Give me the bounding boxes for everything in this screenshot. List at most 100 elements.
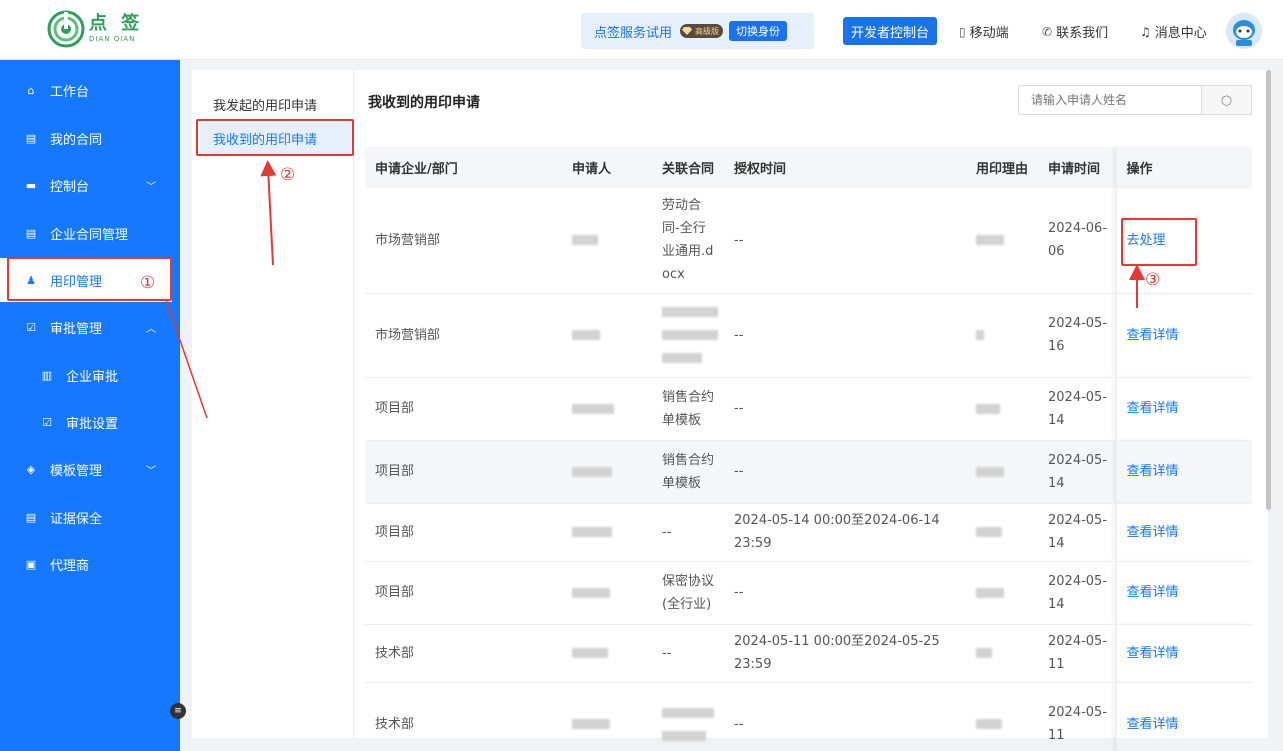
blurred-contract [662,330,718,340]
contact-label: 联系我们 [1056,26,1109,41]
view-details-link[interactable]: 查看详情 [1127,585,1179,600]
user-avatar[interactable] [1226,13,1262,49]
table-header-row: 申请企业/部门 申请人 关联合同 授权时间 用印理由 申请时间 操作 [365,147,1252,188]
applicant-cell [562,624,652,683]
building-icon: ▥ [41,368,53,382]
table-row: 技术部 -- 2024-05-11 00:00至2024-05-25 23:59… [365,624,1252,683]
sidebar-item-enterprise-approval[interactable]: ▥ 企业审批 [0,353,180,397]
contract-line: ocx [662,267,685,283]
sidebar-item-workbench[interactable]: ⌂ 工作台 [0,68,180,112]
blurred-reason [976,648,992,658]
dept-cell: 市场营销部 [365,188,562,294]
auth-time-cell: -- [724,561,966,625]
sidebar-item-label: 证据保全 [50,511,103,527]
contract-line: 单模板 [662,412,702,428]
checkbox-icon: ☑ [42,415,52,429]
logo[interactable]: 点 签 DIAN QIAN [47,10,143,48]
sidebar-item-agent[interactable]: ▣ 代理商 [0,542,180,586]
home-icon: ⌂ [27,83,35,97]
sidebar-item-approval-settings[interactable]: ☑ 审批设置 [0,400,180,444]
contract-cell: 劳动合 同-全行 业通用.d ocx [652,188,724,294]
dept-cell: 技术部 [365,624,562,683]
chevron-up-icon: ︿ [146,323,156,335]
apply-date-cell: 2024-05-11 [1038,682,1116,751]
auth-time-cell: -- [724,188,966,294]
apply-date-cell: 2024-05-14 [1038,377,1116,441]
applicant-cell [562,682,652,751]
view-details-link[interactable]: 查看详情 [1127,646,1179,661]
action-cell: 查看详情 [1115,293,1252,378]
contact-link[interactable]: ✆ 联系我们 [1042,22,1109,42]
blurred-name [572,719,610,729]
table-row: 项目部 -- 2024-05-14 00:00至2024-06-14 23:59… [365,503,1252,562]
tab-initiated-requests[interactable]: 我发起的用印申请 [200,89,354,119]
search-button[interactable]: ○ [1201,86,1251,114]
mobile-icon: ▯ [959,24,966,39]
sidebar-item-my-contracts[interactable]: ▤ 我的合同 [0,116,180,160]
view-details-link[interactable]: 查看详情 [1127,401,1179,416]
reason-cell [966,188,1038,294]
dept-cell: 项目部 [365,561,562,625]
scrollbar[interactable] [1266,70,1271,510]
applicant-cell [562,377,652,441]
collapse-sidebar-icon[interactable]: ≡ [170,703,186,719]
contract-line: 业通用.d [662,244,714,260]
diamond-icon [682,27,693,35]
applicant-cell [562,188,652,294]
sidebar-item-label: 代理商 [50,558,90,574]
apply-date-cell: 2024-05-11 [1038,624,1116,683]
search-icon: ○ [1220,92,1233,108]
vip-label: 高级版 [695,26,720,36]
sidebar-item-console[interactable]: ▬ 控制台 ﹀ [0,163,180,207]
apply-date-cell: 2024-06-06 [1038,188,1116,294]
mobile-link[interactable]: ▯ 移动端 [959,22,1009,42]
blurred-contract [662,730,706,741]
switch-identity-button[interactable]: 切换身份 [729,21,788,41]
contract-line: 销售合约 [662,389,715,405]
trial-banner: 点签服务试用 高级版 切换身份 [581,13,814,49]
sidebar-item-evidence[interactable]: ▤ 证据保全 [0,495,180,539]
action-cell: 查看详情 [1115,503,1252,562]
auth-time-cell: 2024-05-11 00:00至2024-05-25 23:59 [724,624,966,683]
logo-text: 点 签 [89,13,144,34]
apply-date-cell: 2024-05-14 [1038,440,1116,504]
trial-text[interactable]: 点签服务试用 [594,22,672,41]
sidebar-item-template-management[interactable]: ◈ 模板管理 ﹀ [0,447,180,491]
vip-badge: 高级版 [680,24,724,38]
page-title: 我收到的用印申请 [368,95,480,111]
contract-cell: 保密协议 (全行业) [652,561,724,625]
blurred-name [572,527,612,537]
logo-mark-icon [47,10,85,48]
contract-line: 保密协议 [662,573,715,589]
sidebar-item-enterprise-contracts[interactable]: ▤ 企业合同管理 [0,211,180,255]
annotation-number-2: ② [280,165,296,185]
dept-cell: 项目部 [365,440,562,504]
search-input[interactable] [1019,86,1201,114]
blurred-contract [662,307,718,317]
sidebar-item-label: 审批设置 [66,416,119,432]
blurred-name [572,587,610,598]
view-details-link[interactable]: 查看详情 [1127,717,1179,732]
dept-cell: 市场营销部 [365,293,562,378]
auth-time-cell: 2024-05-14 00:00至2024-06-14 23:59 [724,503,966,562]
table-row: 项目部 保密协议 (全行业) -- 2024-05-14 查看详情 [365,561,1252,625]
sidebar-item-label: 我的合同 [50,132,103,148]
sidebar-item-label: 工作台 [50,84,90,100]
blurred-name [572,403,614,414]
action-cell: 查看详情 [1115,377,1252,441]
contract-line: (全行业) [662,596,712,612]
message-center-link[interactable]: ♫ 消息中心 [1140,22,1207,42]
column-header: 用印理由 [966,147,1038,188]
sidebar-item-approval-management[interactable]: ☑ 审批管理 ︿ [0,305,180,349]
view-details-link[interactable]: 查看详情 [1127,525,1179,540]
briefcase-icon: ▣ [25,557,37,571]
blurred-reason [976,719,1002,729]
view-details-link[interactable]: 查看详情 [1127,328,1179,343]
view-details-link[interactable]: 查看详情 [1127,464,1179,479]
blurred-reason [976,403,1000,414]
contract-cell [652,682,724,751]
developer-console-button[interactable]: 开发者控制台 [843,17,938,45]
annotation-box-received-tab [196,119,354,156]
chevron-down-icon: ﹀ [146,181,156,193]
chevron-down-icon: ﹀ [146,465,156,477]
